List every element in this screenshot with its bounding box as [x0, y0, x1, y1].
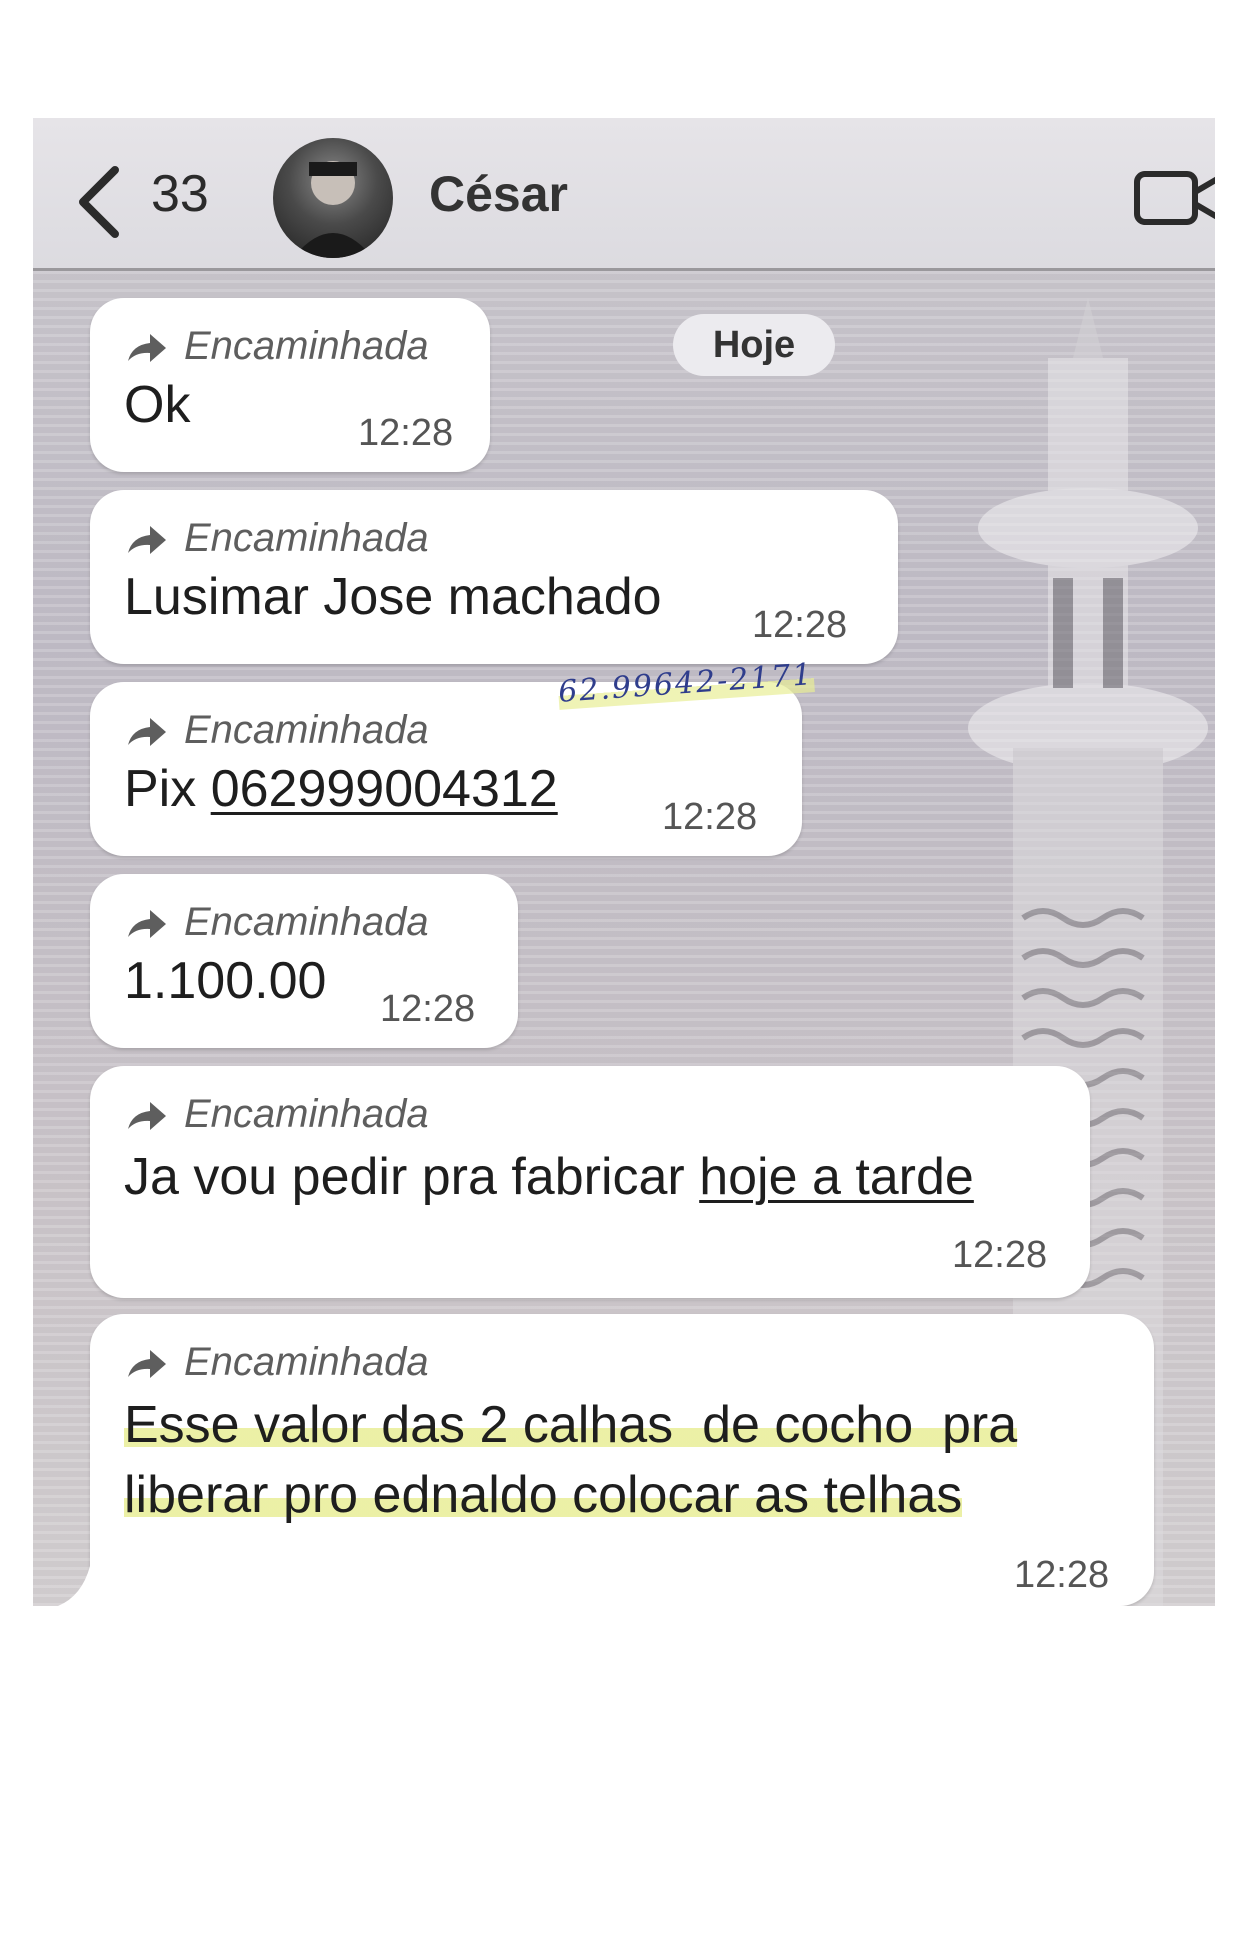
forwarded-text: Encaminhada	[184, 900, 429, 944]
message-text: liberar pro ednaldo colocar as telhas	[124, 1464, 963, 1526]
message-bubble[interactable]: Encaminhada 1.100.00 12:28	[90, 874, 518, 1048]
date-link[interactable]: hoje a tarde	[699, 1148, 974, 1206]
pix-prefix: Pix	[124, 760, 211, 818]
chat-header: 33 César	[33, 118, 1215, 271]
forwarded-text: Encaminhada	[184, 708, 429, 752]
forwarded-text: Encaminhada	[184, 324, 429, 368]
message-time: 12:28	[1014, 1554, 1110, 1596]
forwarded-label: Encaminhada	[124, 708, 429, 753]
message-bubble[interactable]: Encaminhada Lusimar Jose machado 12:28	[90, 490, 898, 664]
forward-arrow-icon	[124, 1346, 168, 1380]
forward-arrow-icon	[124, 906, 168, 940]
forwarded-label: Encaminhada	[124, 1092, 429, 1137]
message-bubble[interactable]: Encaminhada Ja vou pedir pra fabricar ho…	[90, 1066, 1090, 1298]
chat-screen: 33 César Hoje Encaminhada Ok 12:28 Encam…	[33, 118, 1215, 1606]
message-bubble[interactable]: Encaminhada Esse valor das 2 calhas de c…	[90, 1314, 1154, 1606]
highlighted-line-2: liberar pro ednaldo colocar as telhas	[124, 1466, 963, 1524]
forward-arrow-icon	[124, 522, 168, 556]
bubble-tail	[58, 1566, 118, 1606]
message-text: Ok	[124, 376, 191, 434]
message-bubble[interactable]: Encaminhada Ok 12:28	[90, 298, 490, 472]
back-button[interactable]	[71, 162, 131, 242]
message-time: 12:28	[358, 412, 454, 454]
contact-name[interactable]: César	[429, 164, 568, 224]
avatar[interactable]	[273, 138, 393, 258]
video-call-button[interactable]	[1133, 166, 1215, 230]
message-text: Esse valor das 2 calhas de cocho pra	[124, 1394, 1018, 1456]
message-time: 12:28	[380, 988, 476, 1030]
forwarded-text: Encaminhada	[184, 1340, 429, 1384]
phone-number-link[interactable]: 062999004312	[211, 760, 558, 818]
message-time: 12:28	[752, 604, 848, 646]
unread-count[interactable]: 33	[151, 164, 209, 224]
forwarded-text: Encaminhada	[184, 1092, 429, 1136]
forwarded-label: Encaminhada	[124, 324, 429, 369]
message-text-prefix: Ja vou pedir pra fabricar	[124, 1148, 700, 1206]
highlighted-line-1: Esse valor das 2 calhas de cocho pra	[124, 1396, 1018, 1454]
message-text: Pix 062999004312	[124, 758, 558, 820]
date-pill: Hoje	[673, 314, 835, 376]
video-call-icon	[1134, 171, 1215, 225]
message-time: 12:28	[952, 1234, 1048, 1276]
message-text: 1.100.00	[124, 952, 327, 1010]
forwarded-text: Encaminhada	[184, 516, 429, 560]
message-text: Ja vou pedir pra fabricar hoje a tarde	[124, 1146, 974, 1208]
forward-arrow-icon	[124, 330, 168, 364]
forwarded-label: Encaminhada	[124, 1340, 429, 1385]
forward-arrow-icon	[124, 1098, 168, 1132]
message-time: 12:28	[662, 796, 758, 838]
forward-arrow-icon	[124, 714, 168, 748]
message-text: Lusimar Jose machado	[124, 568, 662, 626]
chevron-left-icon	[79, 166, 119, 238]
message-bubble[interactable]: Encaminhada Pix 062999004312 12:28	[90, 682, 802, 856]
forwarded-label: Encaminhada	[124, 516, 429, 561]
forwarded-label: Encaminhada	[124, 900, 429, 945]
